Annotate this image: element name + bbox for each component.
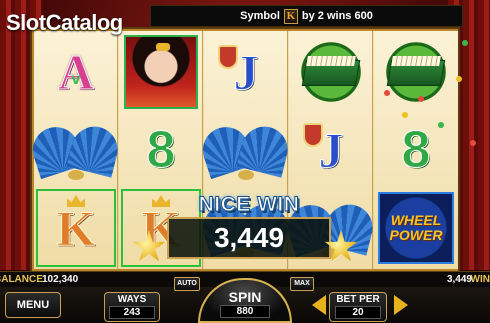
leaf-icon: v bbox=[71, 71, 81, 88]
symbol-k: K bbox=[36, 189, 116, 267]
confetti bbox=[462, 40, 468, 46]
confetti bbox=[456, 76, 462, 82]
confetti bbox=[438, 122, 444, 128]
balance-label: BALANCE bbox=[0, 274, 43, 285]
shield-icon bbox=[303, 123, 323, 147]
message-prefix: Symbol bbox=[240, 10, 280, 22]
crown-icon bbox=[67, 195, 85, 207]
total-bet-value: 880 bbox=[220, 305, 270, 318]
symbol-mahjong bbox=[376, 33, 456, 111]
bet-per-value: 20 bbox=[335, 306, 381, 319]
bet-per-label: BET PER bbox=[336, 294, 380, 305]
nice-win-title: NICE WIN bbox=[198, 193, 300, 217]
symbol-fan bbox=[26, 111, 123, 189]
symbol-geisha bbox=[121, 33, 201, 111]
confetti bbox=[418, 96, 424, 102]
symbol-wheel-power: WHEEL POWER bbox=[376, 189, 456, 267]
fan-icon bbox=[26, 120, 123, 180]
reel-5: 8 WHEEL POWER bbox=[374, 31, 458, 269]
auto-button[interactable]: AUTO bbox=[174, 277, 200, 291]
ways-label: WAYS bbox=[117, 294, 147, 305]
symbol-8: 8 bbox=[146, 121, 176, 180]
geisha-icon bbox=[124, 35, 198, 109]
wheel-power-icon: WHEEL POWER bbox=[378, 192, 454, 264]
confetti bbox=[384, 90, 390, 96]
ways-value: 243 bbox=[109, 306, 155, 319]
win-label: WIN bbox=[470, 274, 490, 285]
nice-win-amount: 3,449 bbox=[167, 217, 331, 259]
reel-1: A v K bbox=[26, 31, 123, 269]
mahjong-tiles-icon bbox=[379, 42, 453, 102]
win-value: 3,449 bbox=[446, 274, 472, 285]
menu-button[interactable]: MENU bbox=[5, 292, 61, 318]
symbol-j: J bbox=[291, 111, 371, 189]
ways-display: WAYS 243 bbox=[104, 292, 160, 322]
symbol-j: J bbox=[206, 33, 286, 111]
symbol-8: 8 bbox=[401, 121, 431, 180]
confetti bbox=[402, 112, 408, 118]
max-bet-button[interactable]: MAX bbox=[290, 277, 314, 291]
shield-icon bbox=[218, 45, 238, 69]
balance-value: 102,340 bbox=[42, 274, 79, 285]
fan-icon bbox=[196, 120, 293, 180]
bet-per-display: BET PER 20 bbox=[329, 292, 387, 322]
mahjong-tiles-icon bbox=[294, 42, 368, 102]
spin-label: SPIN bbox=[228, 289, 262, 305]
nice-win-overlay: NICE WIN 3,449 bbox=[167, 193, 331, 262]
slotcatalog-logo: SlotCatalog bbox=[6, 10, 123, 35]
symbol-mahjong bbox=[291, 33, 371, 111]
message-suffix: by 2 wins 600 bbox=[301, 10, 373, 22]
symbol-fan bbox=[196, 111, 293, 189]
symbol-a: A v bbox=[57, 44, 95, 100]
confetti bbox=[470, 140, 476, 146]
win-message-bar: Symbol K by 2 wins 600 bbox=[150, 5, 463, 27]
k-symbol-icon: K bbox=[283, 8, 298, 24]
